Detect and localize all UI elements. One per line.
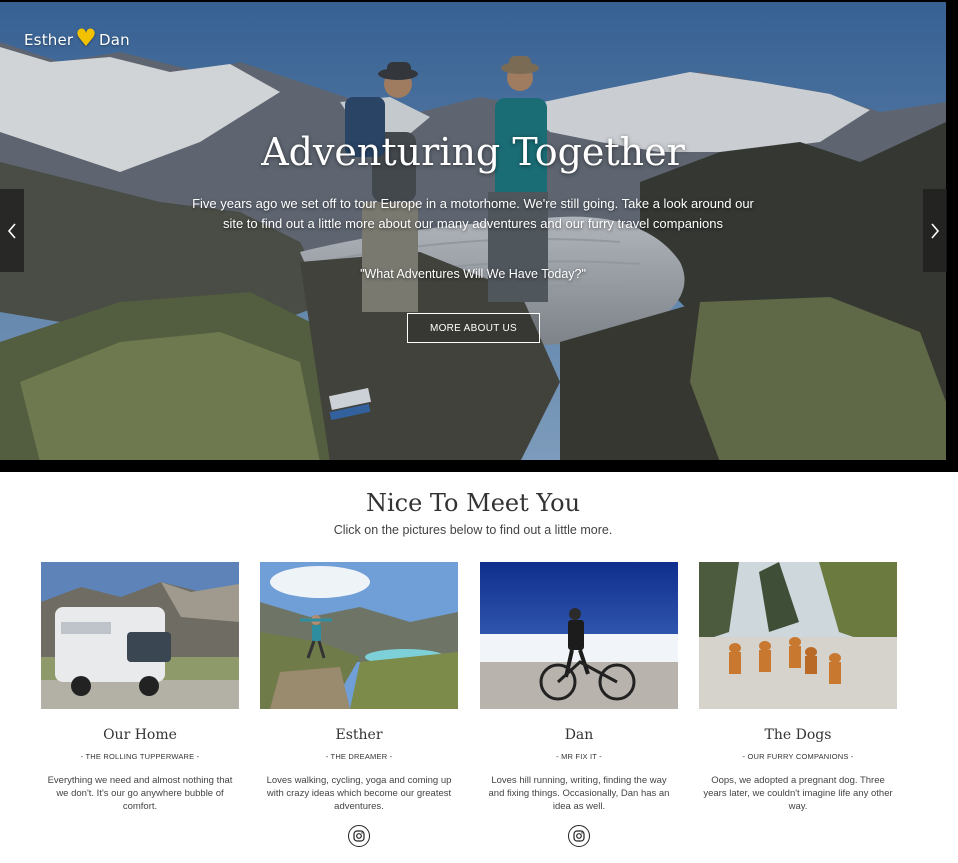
hero-description: Five years ago we set off to tour Europe… bbox=[192, 196, 754, 231]
logo-text-right: Dan bbox=[99, 31, 130, 49]
card-tagline: - MR FIX IT - bbox=[556, 752, 602, 761]
card-description: Oops, we adopted a pregnant dog. Three y… bbox=[703, 775, 893, 812]
card-name: Esther bbox=[335, 727, 383, 743]
slider-prev-button[interactable] bbox=[0, 189, 24, 272]
chevron-left-icon bbox=[7, 222, 16, 239]
card-name: The Dogs bbox=[764, 727, 832, 743]
card-description: Loves hill running, writing, finding the… bbox=[488, 775, 670, 812]
dan-photo[interactable] bbox=[480, 562, 678, 709]
site-logo[interactable]: Esther ♥ Dan bbox=[24, 26, 130, 50]
card-name: Our Home bbox=[103, 727, 177, 743]
instagram-icon bbox=[573, 830, 585, 842]
chevron-right-icon bbox=[931, 222, 940, 239]
card-esther: Esther - THE DREAMER - Loves walking, cy… bbox=[260, 562, 458, 847]
section-title: Nice To Meet You bbox=[365, 489, 581, 517]
card-description: Loves walking, cycling, yoga and coming … bbox=[266, 775, 452, 812]
esther-instagram-link[interactable] bbox=[348, 825, 370, 847]
hero-slider: Esther ♥ Dan Adventuring Together Five y… bbox=[0, 0, 958, 472]
card-description: Everything we need and almost nothing th… bbox=[47, 775, 233, 812]
motorhome-photo[interactable] bbox=[41, 562, 239, 709]
more-about-us-button[interactable]: MORE ABOUT US bbox=[407, 313, 540, 343]
heart-icon: ♥ bbox=[75, 24, 97, 52]
card-tagline: - OUR FURRY COMPANIONS - bbox=[742, 752, 854, 761]
card-dan: Dan - MR FIX IT - Loves hill running, wr… bbox=[480, 562, 678, 847]
card-name: Dan bbox=[564, 727, 594, 743]
dogs-photo[interactable] bbox=[699, 562, 897, 709]
logo-text-left: Esther bbox=[24, 31, 74, 49]
slider-next-button[interactable] bbox=[923, 189, 947, 272]
esther-photo[interactable] bbox=[260, 562, 458, 709]
hero-title: Adventuring Together bbox=[261, 130, 685, 174]
card-tagline: - THE ROLLING TUPPERWARE - bbox=[80, 752, 200, 761]
card-tagline: - THE DREAMER - bbox=[325, 752, 393, 761]
section-subtitle: Click on the pictures below to find out … bbox=[333, 523, 613, 537]
instagram-icon bbox=[353, 830, 365, 842]
hero-quote: "What Adventures Will We Have Today?" bbox=[360, 267, 586, 281]
card-the-dogs: The Dogs - OUR FURRY COMPANIONS - Oops, … bbox=[699, 562, 897, 813]
dan-instagram-link[interactable] bbox=[568, 825, 590, 847]
card-our-home: Our Home - THE ROLLING TUPPERWARE - Ever… bbox=[41, 562, 239, 813]
